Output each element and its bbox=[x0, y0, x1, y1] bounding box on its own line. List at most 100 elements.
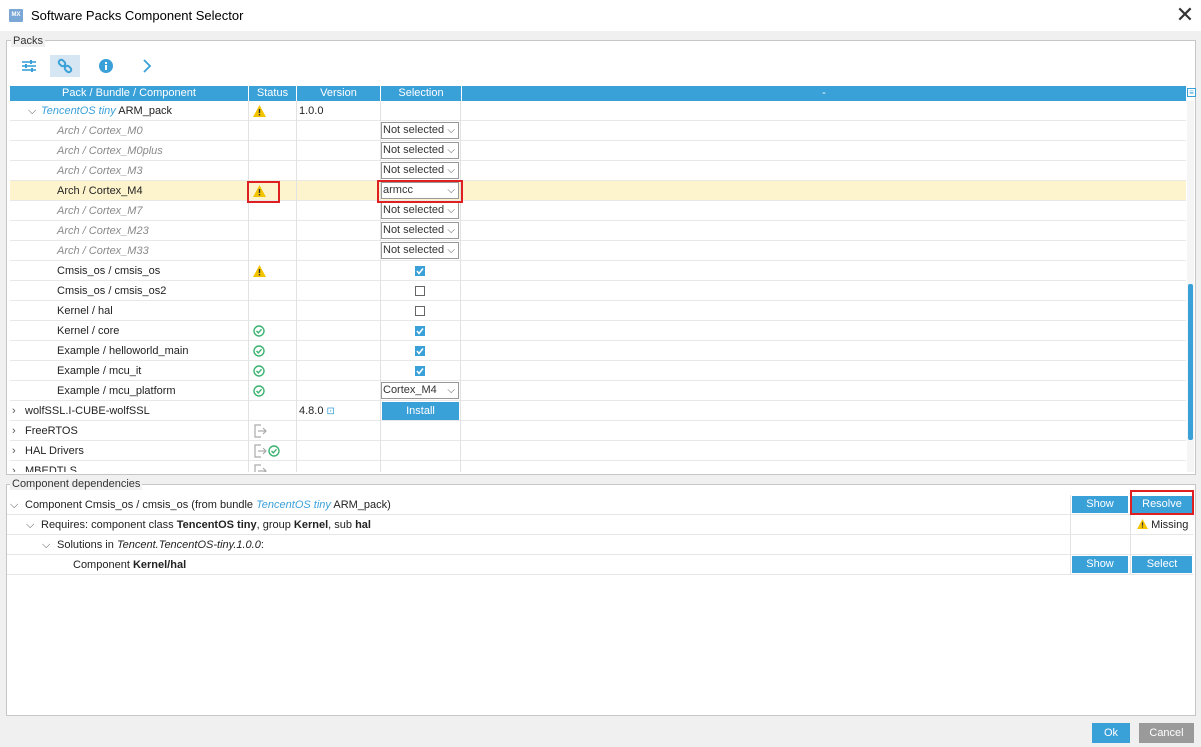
highlight-box bbox=[247, 181, 280, 203]
checkbox-checked[interactable] bbox=[415, 346, 425, 356]
dependencies-group-label: Component dependencies bbox=[10, 478, 143, 490]
component-name: Kernel / core bbox=[57, 325, 120, 337]
table-row[interactable]: Cmsis_os / cmsis_os2 bbox=[10, 281, 1186, 301]
header-selection[interactable]: Selection bbox=[381, 86, 462, 101]
selection-dropdown[interactable]: Not selected ⌵ bbox=[381, 242, 459, 259]
chevron-down-icon: ⌵ bbox=[447, 205, 455, 216]
selection-dropdown[interactable]: Not selected ⌵ bbox=[381, 162, 459, 179]
table-row[interactable]: Cmsis_os / cmsis_os bbox=[10, 261, 1186, 281]
selection-dropdown[interactable]: Not selected ⌵ bbox=[381, 142, 459, 159]
table-row[interactable]: › wolfSSL.I-CUBE-wolfSSL 4.8.0 ⊡ Install bbox=[10, 401, 1186, 421]
warning-icon bbox=[253, 265, 266, 277]
dep-text: Component bbox=[73, 559, 133, 571]
chevron-right-icon[interactable] bbox=[132, 55, 162, 77]
chevron-right-icon[interactable]: › bbox=[12, 461, 16, 472]
filter-icon[interactable] bbox=[14, 55, 44, 77]
ok-button[interactable]: Ok bbox=[1092, 723, 1130, 743]
header-version[interactable]: Version bbox=[297, 86, 381, 101]
table-row[interactable]: Example / mcu_platform Cortex_M4 ⌵ bbox=[10, 381, 1186, 401]
table-row[interactable]: Kernel / core bbox=[10, 321, 1186, 341]
component-name: Cmsis_os / cmsis_os bbox=[57, 265, 161, 277]
dependency-row[interactable]: ⌵ Requires: component class TencentOS ti… bbox=[7, 515, 1193, 535]
selection-dropdown[interactable]: Not selected ⌵ bbox=[381, 222, 459, 239]
chevron-right-icon[interactable]: › bbox=[12, 421, 16, 441]
show-button[interactable]: Show bbox=[1072, 496, 1128, 513]
show-button[interactable]: Show bbox=[1072, 556, 1128, 573]
chevron-down-icon: ⌵ bbox=[447, 245, 455, 256]
download-icon[interactable]: ⊡ bbox=[327, 406, 335, 417]
highlight-box bbox=[1130, 490, 1194, 515]
chevron-right-icon[interactable]: › bbox=[12, 441, 16, 461]
install-button[interactable]: Install bbox=[382, 402, 459, 420]
component-name: Arch / Cortex_M3 bbox=[57, 165, 143, 177]
selection-dropdown[interactable]: Not selected ⌵ bbox=[381, 202, 459, 219]
table-row[interactable]: Kernel / hal bbox=[10, 301, 1186, 321]
table-row-selected[interactable]: Arch / Cortex_M4 armcc ⌵ bbox=[10, 181, 1186, 201]
check-circle-icon bbox=[253, 385, 265, 397]
chevron-down-icon[interactable]: ⌵ bbox=[26, 515, 34, 535]
table-row[interactable]: Example / mcu_it bbox=[10, 361, 1186, 381]
component-name: Kernel / hal bbox=[57, 305, 113, 317]
export-icon bbox=[254, 464, 267, 472]
table-row[interactable]: ⌵ TencentOS tiny ARM_pack 1.0.0 bbox=[10, 101, 1186, 121]
check-circle-icon bbox=[253, 325, 265, 337]
component-name: Arch / Cortex_M23 bbox=[57, 225, 149, 237]
dep-group: Kernel bbox=[293, 519, 329, 531]
table-row[interactable]: › FreeRTOS bbox=[10, 421, 1186, 441]
selection-value: Not selected bbox=[383, 144, 445, 156]
checkbox-checked[interactable] bbox=[415, 326, 425, 336]
pack-name-italic: TencentOS tiny bbox=[41, 105, 116, 117]
pack-name: MBEDTLS bbox=[25, 465, 77, 472]
header-status[interactable]: Status bbox=[249, 86, 297, 101]
checkbox-checked[interactable] bbox=[415, 266, 425, 276]
chevron-right-icon[interactable]: › bbox=[12, 401, 16, 421]
link-icon[interactable] bbox=[50, 55, 80, 77]
scrollbar-thumb[interactable] bbox=[1188, 284, 1193, 440]
version-text: 4.8.0 bbox=[299, 405, 324, 417]
pack-name: FreeRTOS bbox=[25, 425, 78, 437]
dependency-row[interactable]: Component Kernel/hal Show Select bbox=[7, 555, 1193, 575]
table-header: Pack / Bundle / Component Status Version… bbox=[10, 86, 1186, 101]
table-row[interactable]: › MBEDTLS bbox=[10, 461, 1186, 472]
component-name: Arch / Cortex_M4 bbox=[57, 185, 143, 197]
table-row[interactable]: Arch / Cortex_M0plus Not selected ⌵ bbox=[10, 141, 1186, 161]
chevron-down-icon[interactable]: ⌵ bbox=[42, 535, 50, 555]
bundle-name: TencentOS tiny bbox=[256, 499, 331, 511]
chevron-down-icon: ⌵ bbox=[447, 145, 455, 156]
collapse-all-icon[interactable]: ≡ bbox=[1187, 88, 1196, 97]
table-row[interactable]: Arch / Cortex_M33 Not selected ⌵ bbox=[10, 241, 1186, 261]
table-row[interactable]: › HAL Drivers bbox=[10, 441, 1186, 461]
highlight-box bbox=[377, 180, 463, 203]
dep-class: TencentOS tiny bbox=[176, 519, 257, 531]
dep-text: , group bbox=[256, 519, 294, 531]
window-title: Software Packs Component Selector bbox=[31, 8, 244, 23]
table-row[interactable]: Arch / Cortex_M7 Not selected ⌵ bbox=[10, 201, 1186, 221]
dependency-row[interactable]: ⌵ Component Cmsis_os / cmsis_os (from bu… bbox=[7, 495, 1193, 515]
chevron-down-icon[interactable]: ⌵ bbox=[10, 495, 18, 515]
selection-dropdown[interactable]: Cortex_M4 ⌵ bbox=[381, 382, 459, 399]
select-button[interactable]: Select bbox=[1132, 556, 1192, 573]
component-name: Example / mcu_it bbox=[57, 365, 142, 377]
export-icon bbox=[254, 424, 267, 438]
table-row[interactable]: Arch / Cortex_M0 Not selected ⌵ bbox=[10, 121, 1186, 141]
table-row[interactable]: Example / helloworld_main bbox=[10, 341, 1186, 361]
selection-value: Cortex_M4 bbox=[383, 384, 437, 396]
table-row[interactable]: Arch / Cortex_M3 Not selected ⌵ bbox=[10, 161, 1186, 181]
table-row[interactable]: Arch / Cortex_M23 Not selected ⌵ bbox=[10, 221, 1186, 241]
component-name: Arch / Cortex_M0 bbox=[57, 125, 143, 137]
pack-name: wolfSSL.I-CUBE-wolfSSL bbox=[25, 405, 150, 417]
pack-name: HAL Drivers bbox=[25, 445, 84, 457]
close-icon[interactable]: ✕ bbox=[1173, 3, 1197, 27]
component-name: Arch / Cortex_M33 bbox=[57, 245, 149, 257]
header-name[interactable]: Pack / Bundle / Component bbox=[10, 86, 249, 101]
info-icon[interactable] bbox=[91, 55, 121, 77]
chevron-down-icon[interactable]: ⌵ bbox=[28, 101, 36, 121]
checkbox-checked[interactable] bbox=[415, 366, 425, 376]
cancel-button[interactable]: Cancel bbox=[1139, 723, 1194, 743]
checkbox-unchecked[interactable] bbox=[415, 286, 425, 296]
checkbox-unchecked[interactable] bbox=[415, 306, 425, 316]
chevron-down-icon: ⌵ bbox=[447, 225, 455, 236]
dependency-row[interactable]: ⌵ Solutions in Tencent.TencentOS-tiny.1.… bbox=[7, 535, 1193, 555]
selection-dropdown[interactable]: Not selected ⌵ bbox=[381, 122, 459, 139]
dep-text: ARM_pack) bbox=[330, 499, 391, 511]
